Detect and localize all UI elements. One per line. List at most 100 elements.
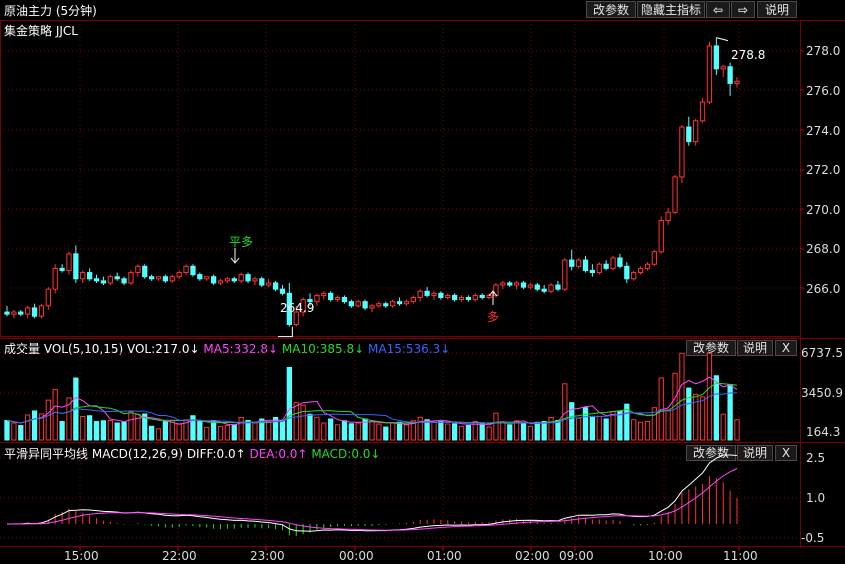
volume-bar — [555, 420, 561, 441]
volume-bar — [582, 407, 589, 441]
volume-bar — [458, 425, 465, 441]
candle — [658, 220, 664, 253]
main-panel-border — [0, 20, 801, 337]
macd-series — [6, 454, 738, 537]
volume-bar — [713, 375, 719, 441]
candle — [390, 301, 396, 307]
candle — [582, 259, 589, 271]
volume-bar — [596, 415, 602, 441]
candle — [59, 267, 65, 271]
candle — [527, 284, 534, 288]
candle — [472, 294, 478, 301]
volume-bar — [348, 423, 354, 441]
candle — [465, 297, 472, 301]
volume-bar — [307, 413, 313, 441]
candle — [210, 276, 217, 284]
volume-bar — [217, 425, 224, 441]
candle — [45, 288, 51, 307]
volume-bar — [11, 422, 17, 441]
candle — [644, 263, 651, 269]
candle — [176, 272, 182, 278]
candle — [493, 284, 499, 296]
volume-bar — [162, 421, 169, 441]
candle — [479, 294, 485, 298]
volume-bar — [300, 404, 306, 441]
candle — [162, 276, 169, 282]
candle — [348, 301, 354, 307]
candle — [603, 263, 609, 269]
low-marker-line — [278, 326, 293, 338]
volume-bar — [569, 402, 575, 441]
candle — [610, 257, 616, 269]
volume-bar — [286, 366, 292, 441]
candle — [100, 280, 107, 284]
volume-bar — [100, 420, 107, 441]
candle — [417, 290, 423, 298]
candle — [107, 276, 113, 284]
candle — [520, 282, 527, 288]
volume-bar — [493, 412, 499, 441]
volume-bar — [637, 421, 644, 441]
volume-bar — [445, 423, 451, 441]
candle — [190, 265, 196, 276]
candle — [699, 101, 706, 122]
candle — [631, 272, 637, 280]
volume-bar — [328, 418, 334, 441]
grid-lines — [0, 20, 845, 551]
candle — [341, 297, 348, 303]
candle — [727, 66, 733, 84]
kline-chart-canvas[interactable] — [0, 0, 845, 564]
candle — [672, 176, 678, 213]
candle — [534, 284, 540, 290]
volume-bar — [4, 420, 10, 441]
candle — [169, 276, 175, 282]
candle — [135, 265, 141, 274]
candle — [734, 80, 740, 84]
volume-bar — [93, 421, 100, 441]
candle — [575, 259, 582, 267]
candle — [148, 276, 155, 280]
candle — [383, 303, 389, 307]
candle — [596, 263, 602, 274]
volume-bar — [231, 424, 237, 441]
volume-bar — [644, 421, 651, 441]
volume-bar — [31, 410, 38, 441]
volume-bar — [376, 423, 382, 441]
signal-close-long: 平多 — [229, 235, 254, 249]
macd-dea-line — [6, 468, 738, 531]
candle — [259, 278, 265, 286]
volume-bar — [245, 420, 251, 441]
candle — [128, 272, 134, 284]
volume-bar — [527, 425, 534, 441]
candle — [204, 276, 210, 280]
candle — [18, 311, 24, 315]
candlestick-series — [4, 37, 740, 327]
candle — [87, 272, 93, 280]
volume-bar — [403, 424, 410, 441]
candle — [617, 257, 623, 267]
volume-bar — [52, 389, 58, 441]
volume-bar — [266, 421, 272, 441]
candle — [73, 253, 79, 280]
volume-bar — [665, 409, 671, 441]
candle — [266, 282, 272, 286]
high-marker-line — [716, 37, 729, 42]
candle — [500, 282, 506, 286]
candle — [445, 294, 451, 298]
candle — [11, 311, 17, 315]
volume-bar — [693, 393, 699, 441]
candle — [362, 301, 368, 309]
candle — [548, 284, 554, 292]
volume-bar — [279, 420, 286, 441]
volume-bar — [321, 422, 327, 441]
candle — [25, 307, 31, 315]
candle — [52, 267, 58, 290]
volume-bar — [341, 420, 348, 441]
candle — [114, 276, 120, 280]
candle — [431, 292, 437, 296]
macd-diff-line — [6, 454, 738, 532]
volume-bar — [314, 416, 320, 441]
candle — [314, 294, 320, 303]
candle — [31, 307, 38, 317]
volume-bar — [334, 424, 341, 441]
